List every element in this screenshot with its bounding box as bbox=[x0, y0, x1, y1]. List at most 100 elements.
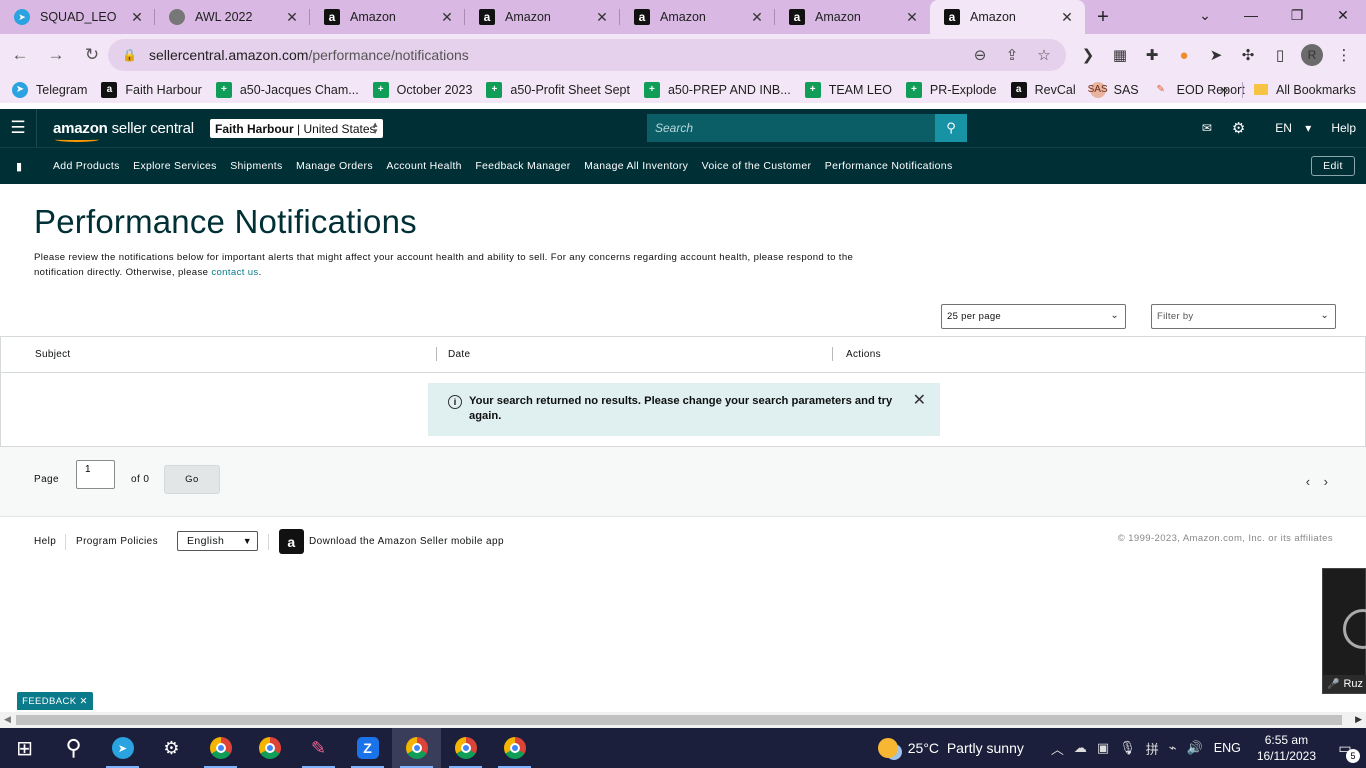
scroll-right-icon[interactable]: ▶ bbox=[1355, 714, 1362, 725]
search-icon[interactable]: ⚲ bbox=[49, 728, 98, 768]
chrome-profile-icon[interactable] bbox=[441, 728, 490, 768]
share-icon[interactable]: ⇪ bbox=[996, 46, 1028, 64]
bookmark-october[interactable]: + October 2023 bbox=[372, 81, 472, 98]
bookmark-telegram[interactable]: ➤ Telegram bbox=[12, 81, 87, 98]
restore-icon[interactable]: ❐ bbox=[1274, 0, 1320, 30]
bookmark-revcal[interactable]: a RevCal bbox=[1010, 81, 1076, 98]
side-panel-icon[interactable]: ▯ bbox=[1264, 46, 1296, 64]
contact-us-link[interactable]: contact us bbox=[211, 267, 258, 278]
close-tab-icon[interactable]: ✕ bbox=[439, 9, 455, 26]
close-tab-icon[interactable]: ✕ bbox=[284, 9, 300, 26]
bookmark-sas[interactable]: SAS SAS bbox=[1088, 81, 1139, 98]
network-icon[interactable]: ⌁ bbox=[1169, 740, 1177, 756]
go-button[interactable]: Go bbox=[164, 465, 220, 494]
mail-icon[interactable]: ✉ bbox=[1202, 121, 1212, 135]
nav-manage-all-inventory[interactable]: Manage All Inventory bbox=[584, 160, 688, 172]
settings-icon[interactable]: ⚙ bbox=[147, 728, 196, 768]
weather-widget[interactable]: 25°C Partly sunny bbox=[877, 738, 1024, 758]
search-input[interactable] bbox=[647, 114, 935, 142]
video-call-thumbnail[interactable]: 🎤 Ruz bbox=[1322, 568, 1366, 694]
page-number-input[interactable] bbox=[76, 460, 115, 489]
nav-feedback-manager[interactable]: Feedback Manager bbox=[475, 160, 570, 172]
gear-icon[interactable]: ⚙ bbox=[1232, 119, 1245, 137]
more-bookmarks-icon[interactable]: » bbox=[1220, 76, 1228, 103]
nav-manage-orders[interactable]: Manage Orders bbox=[296, 160, 373, 172]
previous-page-icon[interactable]: ‹ bbox=[1306, 474, 1310, 489]
filter-select[interactable]: Filter by ⌄ bbox=[1151, 304, 1336, 329]
site-info-icon[interactable]: 🔒 bbox=[122, 48, 137, 62]
microphone-icon[interactable]: 🎙 bbox=[1119, 740, 1136, 756]
column-date[interactable]: Date bbox=[448, 349, 470, 360]
browser-menu-icon[interactable]: ⋮ bbox=[1328, 46, 1360, 64]
footer-language-select[interactable]: English ▼ bbox=[177, 531, 258, 551]
ime-icon[interactable]: 拼 bbox=[1146, 739, 1159, 758]
camera-icon[interactable]: ▣ bbox=[1097, 740, 1109, 756]
nav-account-health[interactable]: Account Health bbox=[386, 160, 461, 172]
extension-off-icon[interactable]: ▦ bbox=[1104, 46, 1136, 64]
all-bookmarks[interactable]: All Bookmarks bbox=[1254, 76, 1356, 103]
paint-icon[interactable]: ✎ bbox=[294, 728, 343, 768]
bookmark-team-leo[interactable]: + TEAM LEO bbox=[804, 81, 892, 98]
column-subject[interactable]: Subject bbox=[35, 349, 70, 360]
input-language[interactable]: ENG bbox=[1214, 741, 1241, 755]
close-tab-icon[interactable]: ✕ bbox=[1059, 9, 1075, 26]
windows-start-icon[interactable]: ⊞ bbox=[0, 728, 49, 768]
browser-tab[interactable]: a Amazon ✕ bbox=[310, 0, 465, 34]
browser-tab[interactable]: ➤ SQUAD_LEO ✕ bbox=[0, 0, 155, 34]
browser-tab[interactable]: a Amazon ✕ bbox=[775, 0, 930, 34]
chrome-icon[interactable] bbox=[196, 728, 245, 768]
bookmark-prep[interactable]: + a50-PREP AND INB... bbox=[643, 81, 791, 98]
close-icon[interactable]: ✕ bbox=[913, 393, 926, 409]
extension-arrow-icon[interactable]: ❯ bbox=[1072, 46, 1104, 64]
bookmark-eod[interactable]: ✎ EOD Report bbox=[1153, 82, 1244, 98]
bookmark-profit-sheet[interactable]: + a50-Profit Sheet Sept bbox=[486, 81, 630, 98]
bookmark-icon[interactable]: ▮ bbox=[0, 160, 38, 173]
back-icon[interactable]: ← bbox=[4, 39, 36, 71]
chrome-profile-icon[interactable] bbox=[392, 728, 441, 768]
volume-icon[interactable]: 🔊 bbox=[1187, 740, 1203, 756]
nav-voice-of-the-customer[interactable]: Voice of the Customer bbox=[702, 160, 812, 172]
language-selector[interactable]: EN ▾ bbox=[1265, 121, 1311, 135]
program-policies-link[interactable]: Program Policies bbox=[76, 536, 158, 547]
extension-cursor-icon[interactable]: ➤ bbox=[1200, 46, 1232, 64]
chrome-icon[interactable] bbox=[245, 728, 294, 768]
browser-tab-active[interactable]: a Amazon ✕ bbox=[930, 0, 1085, 34]
help-link[interactable]: Help bbox=[1331, 121, 1356, 135]
bookmark-star-icon[interactable]: ☆ bbox=[1028, 46, 1060, 64]
extensions-puzzle-icon[interactable]: ✣ bbox=[1232, 46, 1264, 64]
download-app-link[interactable]: Download the Amazon Seller mobile app bbox=[309, 536, 504, 547]
clock[interactable]: 6:55 am 16/11/2023 bbox=[1257, 732, 1316, 764]
scrollbar-thumb[interactable] bbox=[16, 715, 1342, 725]
close-tab-icon[interactable]: ✕ bbox=[594, 9, 610, 26]
profile-avatar[interactable]: R bbox=[1301, 44, 1323, 66]
close-tab-icon[interactable]: ✕ bbox=[904, 9, 920, 26]
feedback-button[interactable]: FEEDBACK ✕ bbox=[17, 692, 93, 710]
nav-performance-notifications[interactable]: Performance Notifications bbox=[825, 160, 953, 172]
notifications-icon[interactable]: ▭ 5 bbox=[1330, 740, 1360, 763]
bookmark-faith-harbour[interactable]: a Faith Harbour bbox=[101, 81, 202, 98]
edit-nav-button[interactable]: Edit bbox=[1311, 156, 1355, 176]
chevron-up-icon[interactable]: ︿ bbox=[1051, 739, 1064, 758]
reload-icon[interactable]: ↻ bbox=[76, 39, 108, 71]
nav-explore-services[interactable]: Explore Services bbox=[133, 160, 217, 172]
seller-central-logo[interactable]: amazon seller central bbox=[53, 120, 194, 142]
browser-tab[interactable]: AWL 2022 ✕ bbox=[155, 0, 310, 34]
forward-icon[interactable]: → bbox=[40, 39, 72, 71]
new-tab-button[interactable]: + bbox=[1085, 0, 1121, 34]
nav-shipments[interactable]: Shipments bbox=[230, 160, 282, 172]
close-window-icon[interactable]: ✕ bbox=[1320, 0, 1366, 30]
search-icon[interactable]: ⚲ bbox=[935, 114, 967, 142]
menu-icon[interactable]: ☰ bbox=[0, 109, 36, 147]
amazon-app-icon[interactable]: a bbox=[279, 529, 304, 554]
footer-help-link[interactable]: Help bbox=[34, 536, 56, 547]
address-bar[interactable]: 🔒 sellercentral.amazon.com/performance/n… bbox=[108, 39, 1066, 71]
minimize-icon[interactable]: — bbox=[1228, 0, 1274, 30]
horizontal-scrollbar[interactable]: ◀ ▶ bbox=[0, 712, 1366, 728]
telegram-icon[interactable]: ➤ bbox=[98, 728, 147, 768]
zoom-icon[interactable]: ⊖ bbox=[964, 46, 996, 64]
tab-search-icon[interactable]: ⌄ bbox=[1182, 0, 1228, 30]
chrome-profile-icon[interactable] bbox=[490, 728, 539, 768]
bookmark-pr-explode[interactable]: + PR-Explode bbox=[905, 81, 997, 98]
browser-tab[interactable]: a Amazon ✕ bbox=[620, 0, 775, 34]
scroll-left-icon[interactable]: ◀ bbox=[4, 714, 11, 725]
